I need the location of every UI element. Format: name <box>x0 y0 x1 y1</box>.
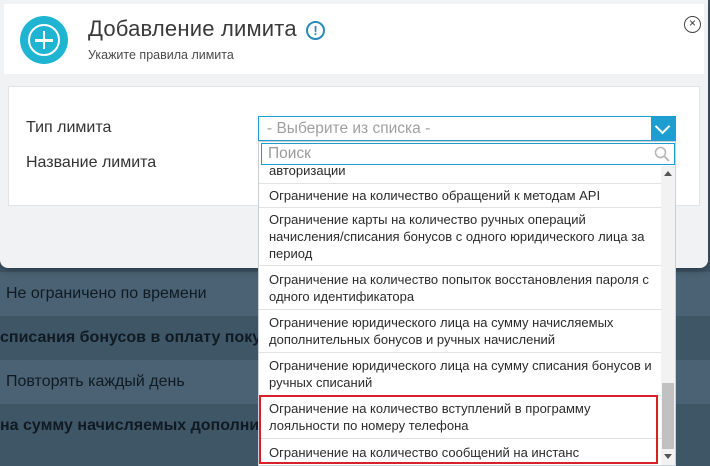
chevron-down-icon[interactable] <box>651 117 675 140</box>
dropdown-list: авторизации Ограничение на количество об… <box>259 166 661 465</box>
bg-row-text: списания бонусов в оплату покупки <box>0 329 289 346</box>
select-value: - Выберите из списка - <box>267 120 431 137</box>
search-input[interactable] <box>262 144 652 164</box>
list-item[interactable]: Ограничение юридического лица на сумму н… <box>259 310 661 353</box>
modal-title: Добавление лимита <box>88 16 297 41</box>
list-item-label: Ограничение на количество вступлений в п… <box>269 401 591 433</box>
limit-type-select[interactable]: - Выберите из списка - <box>258 116 676 141</box>
info-icon[interactable]: ! <box>306 21 325 40</box>
list-item-label: авторизации <box>269 166 346 178</box>
search-box <box>261 143 675 165</box>
scrollbar-thumb[interactable] <box>662 383 674 449</box>
list-item[interactable]: Ограничение карты на количество ручных о… <box>259 208 661 266</box>
close-button[interactable]: × <box>684 16 701 33</box>
scroll-down-arrow-icon[interactable] <box>664 454 672 459</box>
bg-row-text: Повторять каждый день <box>6 373 185 390</box>
add-circle-icon <box>20 16 68 64</box>
list-item[interactable]: Ограничение на количество сообщений на и… <box>259 439 661 465</box>
limit-type-dropdown: авторизации Ограничение на количество об… <box>258 141 676 466</box>
list-item-label: Ограничение юридического лица на сумму с… <box>269 358 652 390</box>
search-icon <box>654 146 670 162</box>
list-item[interactable]: Ограничение на количество обращений к ме… <box>259 184 661 208</box>
list-item[interactable]: авторизации <box>259 166 661 184</box>
list-item-label: Ограничение на количество сообщений на и… <box>269 444 580 460</box>
limit-name-label: Название лимита <box>26 154 157 171</box>
list-item-label: Ограничение на количество обращений к ме… <box>269 188 601 203</box>
list-item-label: Ограничение карты на количество ручных о… <box>269 212 645 261</box>
list-item-label: Ограничение на количество попыток восста… <box>269 271 649 304</box>
bg-row-text: на сумму начисляемых дополнител <box>0 417 287 434</box>
modal-subtitle: Укажите правила лимита <box>88 48 234 62</box>
modal-header: Добавление лимита ! Укажите правила лими… <box>4 4 704 74</box>
bg-row-text: Не ограничено по времени <box>6 285 207 302</box>
list-item-label: Ограничение юридического лица на сумму н… <box>269 315 614 347</box>
list-item[interactable]: Ограничение на количество вступлений в п… <box>259 396 661 439</box>
list-item[interactable]: Ограничение юридического лица на сумму с… <box>259 353 661 396</box>
limit-type-label: Тип лимита <box>26 119 112 136</box>
scroll-up-arrow-icon[interactable] <box>664 171 672 176</box>
list-item[interactable]: Ограничение на количество попыток восста… <box>259 266 661 310</box>
